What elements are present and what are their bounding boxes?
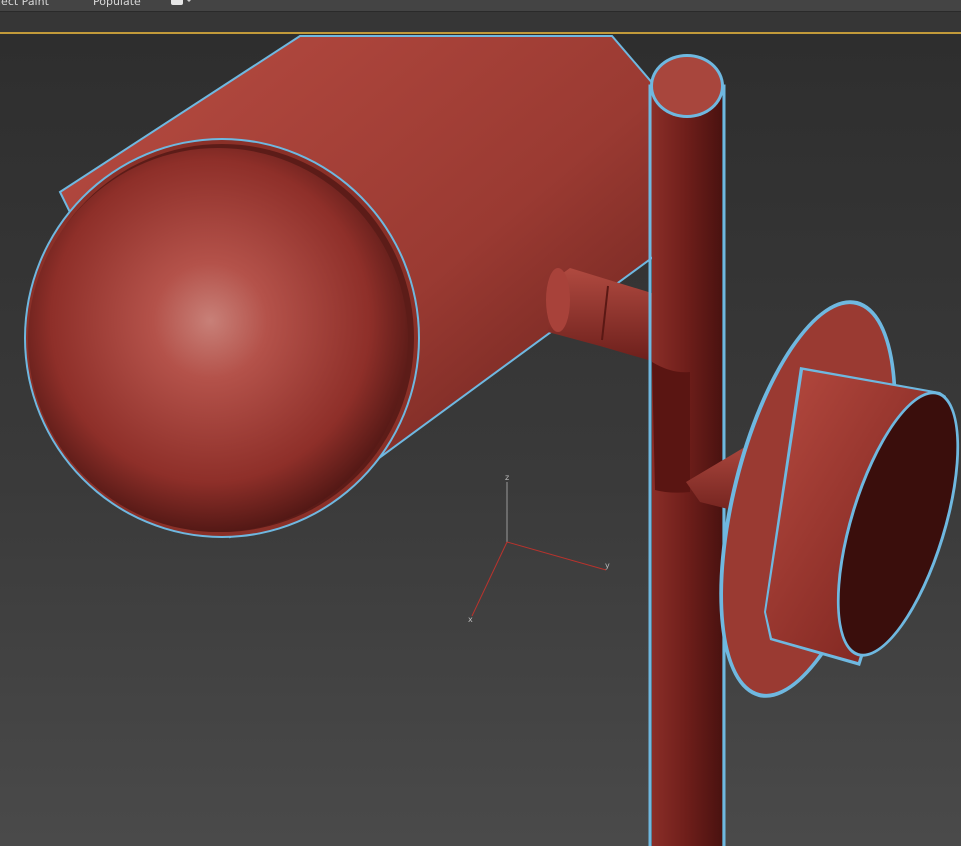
viewport-scene: z y x bbox=[24, 35, 961, 846]
tank-outlet-pipe[interactable] bbox=[546, 268, 655, 362]
tank-dome[interactable] bbox=[24, 138, 420, 538]
end-cap-cylinder[interactable] bbox=[764, 367, 961, 670]
axis-tripod: z y x bbox=[468, 473, 610, 624]
ribbon-panel-strip bbox=[0, 12, 961, 32]
axis-label-x: x bbox=[468, 615, 473, 624]
ribbon-toolbar: ject Paint Populate bbox=[0, 0, 961, 12]
ribbon-tab-object-paint[interactable]: ject Paint bbox=[0, 0, 49, 8]
perspective-viewport[interactable]: z y x bbox=[0, 32, 961, 846]
chevron-down-icon bbox=[186, 0, 192, 2]
viewport-mode-icon bbox=[171, 0, 183, 5]
axis-label-y: y bbox=[605, 561, 610, 570]
viewport-mode-dropdown[interactable] bbox=[171, 0, 193, 7]
axis-label-z: z bbox=[505, 473, 509, 482]
ribbon-tab-populate[interactable]: Populate bbox=[93, 0, 141, 8]
vertical-pole[interactable] bbox=[648, 54, 726, 846]
